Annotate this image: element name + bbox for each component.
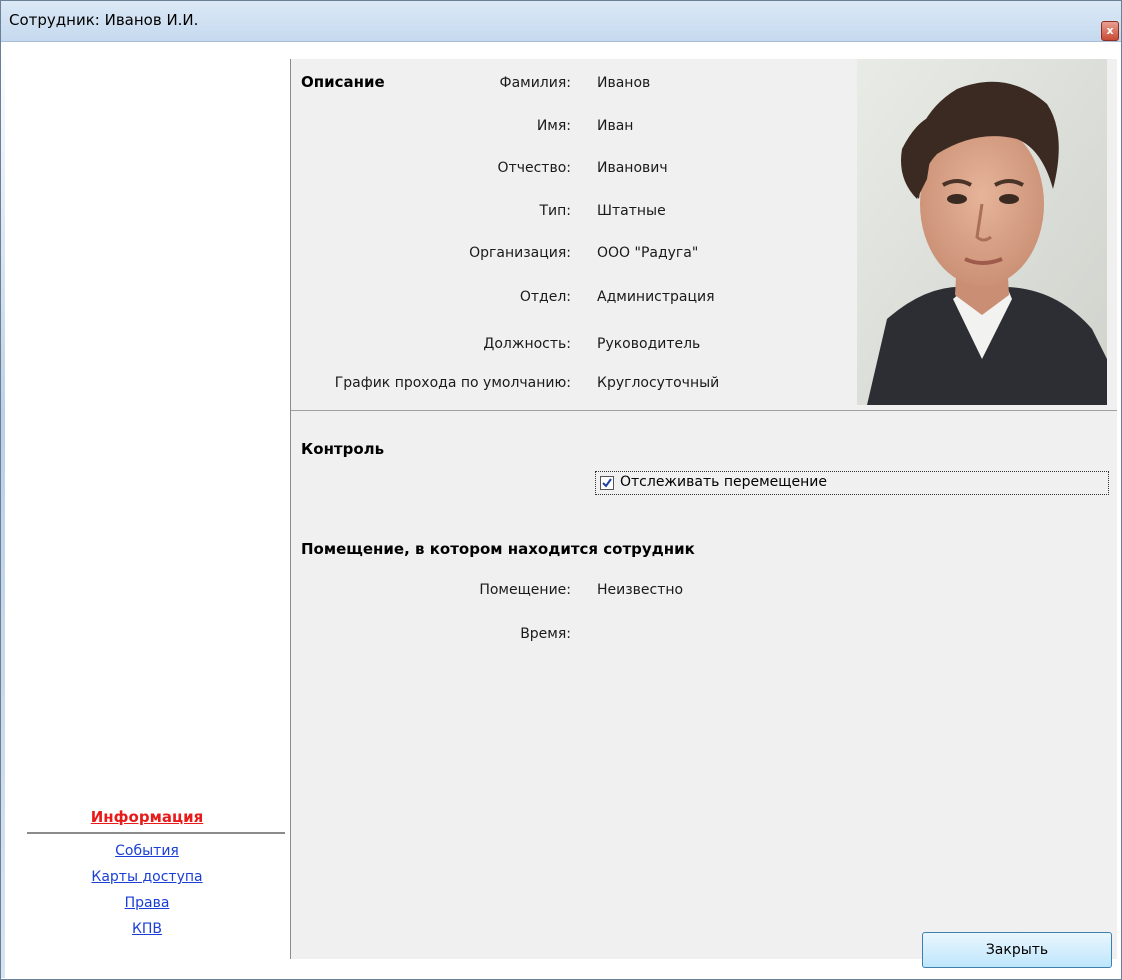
department-value: Администрация — [597, 289, 715, 305]
organization-value: ООО "Радуга" — [597, 245, 699, 261]
sidebar-item-kpv[interactable]: КПВ — [5, 916, 289, 942]
patronymic-value: Иванович — [597, 160, 668, 176]
location-heading: Помещение, в котором находится сотрудник — [301, 540, 695, 558]
sidebar-nav: Информация События Карты доступа Права К… — [5, 804, 289, 942]
window-title: Сотрудник: Иванов И.И. — [9, 11, 199, 29]
position-value: Руководитель — [597, 336, 701, 352]
sidebar-divider — [27, 832, 285, 834]
close-icon[interactable]: x — [1101, 21, 1119, 41]
type-label: Тип: — [539, 203, 571, 219]
sidebar-item-info[interactable]: Информация — [5, 804, 289, 830]
time-label: Время: — [520, 626, 571, 642]
section-divider — [291, 410, 1117, 411]
check-icon — [602, 478, 612, 488]
room-value: Неизвестно — [597, 582, 684, 598]
track-movement-label: Отслеживать перемещение — [620, 474, 827, 490]
sidebar-item-events[interactable]: События — [5, 838, 289, 864]
patronymic-label: Отчество: — [497, 160, 571, 176]
position-label: Должность: — [483, 336, 571, 352]
department-label: Отдел: — [519, 289, 571, 305]
employee-dialog: Сотрудник: Иванов И.И. x Информация Собы… — [0, 0, 1122, 980]
track-movement-checkbox[interactable]: Отслеживать перемещение — [595, 471, 1109, 495]
schedule-label: График прохода по умолчанию: — [334, 375, 571, 391]
room-label: Помещение: — [479, 582, 571, 598]
type-value: Штатные — [597, 203, 666, 219]
surname-label: Фамилия: — [499, 75, 571, 91]
control-heading: Контроль — [301, 440, 385, 458]
organization-label: Организация: — [469, 245, 571, 261]
checkbox-box[interactable] — [600, 476, 614, 490]
sidebar-item-rights[interactable]: Права — [5, 890, 289, 916]
title-bar[interactable]: Сотрудник: Иванов И.И. x — [1, 1, 1121, 42]
sidebar-item-access-cards[interactable]: Карты доступа — [5, 864, 289, 890]
employee-photo — [857, 59, 1107, 405]
schedule-value: Круглосуточный — [597, 375, 720, 391]
surname-value: Иванов — [597, 75, 651, 91]
sidebar: Информация События Карты доступа Права К… — [5, 42, 289, 962]
close-button[interactable]: Закрыть — [922, 932, 1112, 968]
info-panel: Описание Фамилия: Иванов Имя: Иван Отчес… — [291, 59, 1117, 959]
name-label: Имя: — [536, 118, 571, 134]
name-value: Иван — [597, 118, 634, 134]
